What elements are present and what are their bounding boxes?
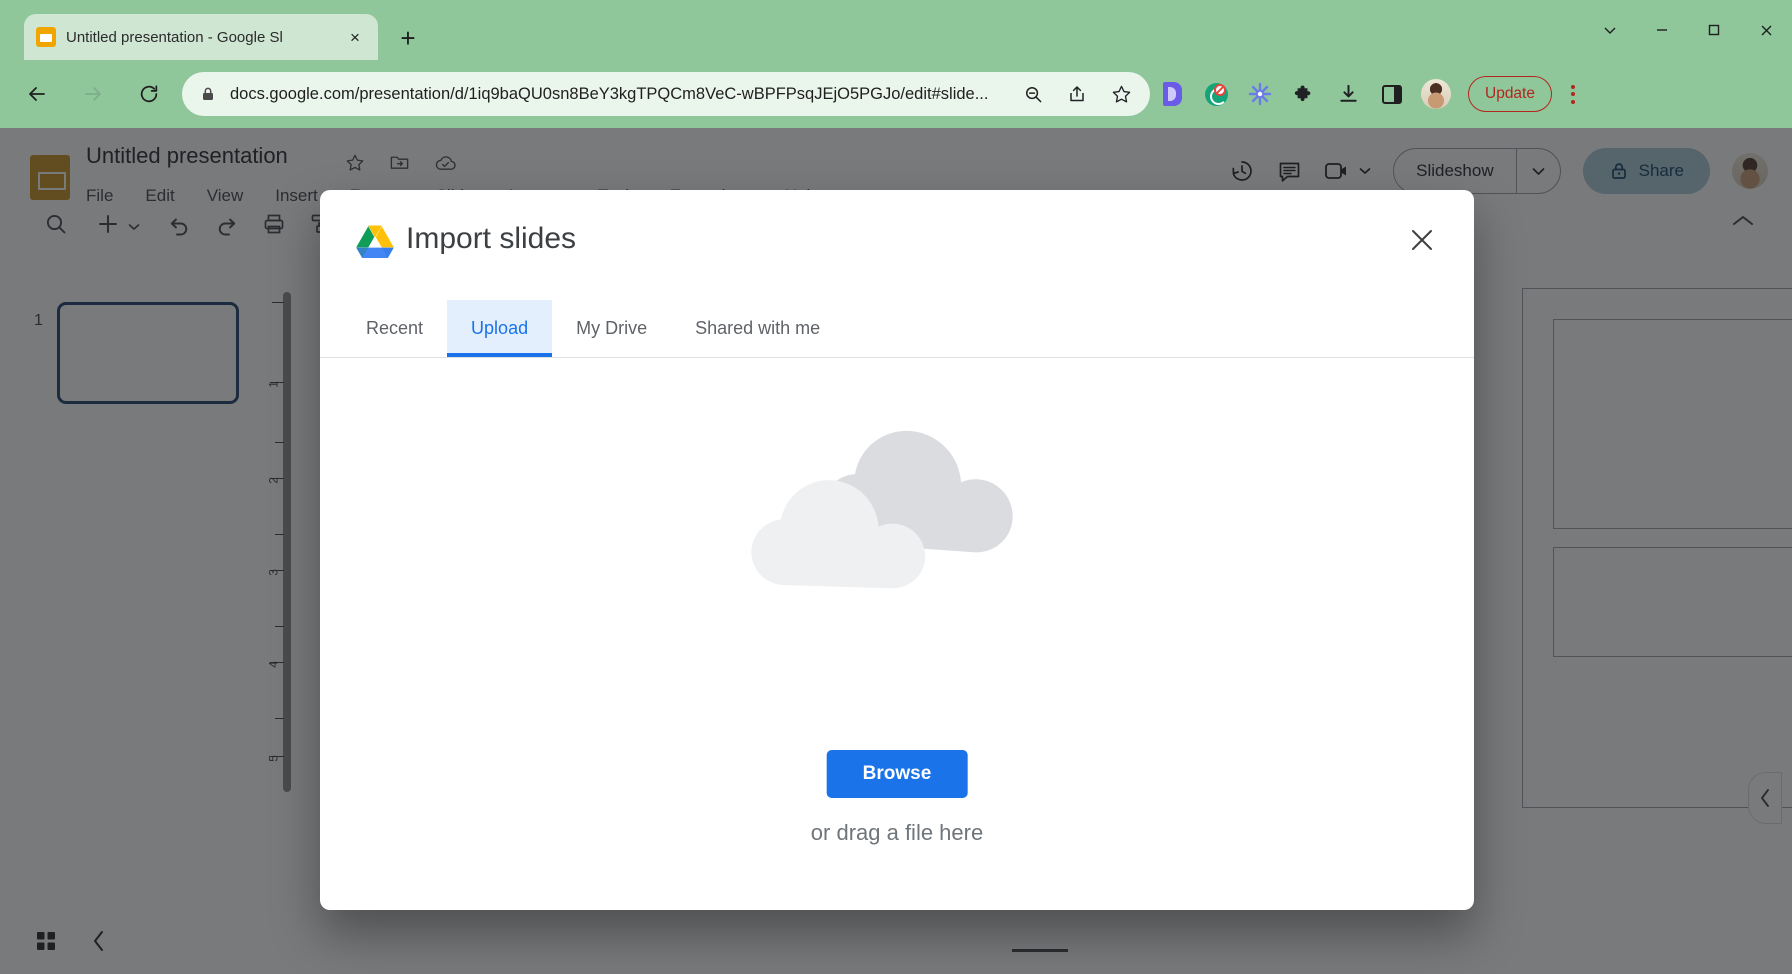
tab-upload[interactable]: Upload xyxy=(447,300,553,357)
forward-icon[interactable] xyxy=(72,73,114,115)
bookmark-star-icon[interactable] xyxy=(1106,79,1136,109)
drag-file-hint: or drag a file here xyxy=(810,820,984,845)
back-icon[interactable] xyxy=(16,73,58,115)
slides-favicon-icon xyxy=(36,27,56,47)
grammarly-extension-icon[interactable] xyxy=(1196,74,1236,114)
url-text: docs.google.com/presentation/d/1iq9baQU0… xyxy=(230,84,989,103)
tab-title: Untitled presentation - Google Sl xyxy=(66,28,283,46)
tab-shared-with-me[interactable]: Shared with me xyxy=(671,300,844,357)
browser-toolbar: docs.google.com/presentation/d/1iq9baQU0… xyxy=(0,60,1792,128)
window-close-icon[interactable] xyxy=(1740,7,1792,53)
browser-tab[interactable]: Untitled presentation - Google Sl × xyxy=(24,14,378,60)
browse-button[interactable]: Browse xyxy=(826,750,968,798)
close-icon[interactable] xyxy=(1400,218,1444,262)
docs-offline-extension-icon[interactable] xyxy=(1152,74,1192,114)
downloads-icon[interactable] xyxy=(1328,74,1368,114)
extensions-puzzle-icon[interactable] xyxy=(1284,74,1324,114)
window-controls xyxy=(1584,0,1792,60)
browser-chrome: Untitled presentation - Google Sl × + do… xyxy=(0,0,1792,128)
dialog-title: Import slides xyxy=(406,222,577,255)
window-minimize-icon[interactable] xyxy=(1636,7,1688,53)
share-icon[interactable] xyxy=(1062,79,1092,109)
address-bar[interactable]: docs.google.com/presentation/d/1iq9baQU0… xyxy=(182,72,1150,116)
import-slides-dialog: Import slides Recent Upload My Drive Sha… xyxy=(320,190,1474,910)
google-drive-logo-icon xyxy=(355,224,395,260)
close-tab-icon[interactable]: × xyxy=(344,26,366,48)
tab-strip: Untitled presentation - Google Sl × + xyxy=(0,0,1792,60)
zoom-out-icon[interactable] xyxy=(1018,79,1048,109)
upload-drop-zone[interactable]: Browse or drag a file here xyxy=(320,358,1474,910)
lock-icon xyxy=(200,86,216,102)
window-more-icon[interactable] xyxy=(1584,7,1636,53)
upload-cloud-illustration-icon xyxy=(732,410,1062,595)
reload-icon[interactable] xyxy=(128,73,170,115)
profile-avatar[interactable] xyxy=(1416,74,1456,114)
asterisk-extension-icon[interactable] xyxy=(1240,74,1280,114)
update-button[interactable]: Update xyxy=(1468,76,1552,112)
extension-toolbar: Update xyxy=(1152,72,1590,116)
new-tab-button[interactable]: + xyxy=(392,22,424,54)
window-maximize-icon[interactable] xyxy=(1688,7,1740,53)
dialog-tabs: Recent Upload My Drive Shared with me xyxy=(320,300,1474,358)
tab-recent[interactable]: Recent xyxy=(342,300,447,357)
browser-menu-icon[interactable] xyxy=(1556,76,1590,112)
side-panel-icon[interactable] xyxy=(1372,74,1412,114)
dialog-header: Import slides xyxy=(320,190,1474,300)
tab-my-drive[interactable]: My Drive xyxy=(552,300,671,357)
